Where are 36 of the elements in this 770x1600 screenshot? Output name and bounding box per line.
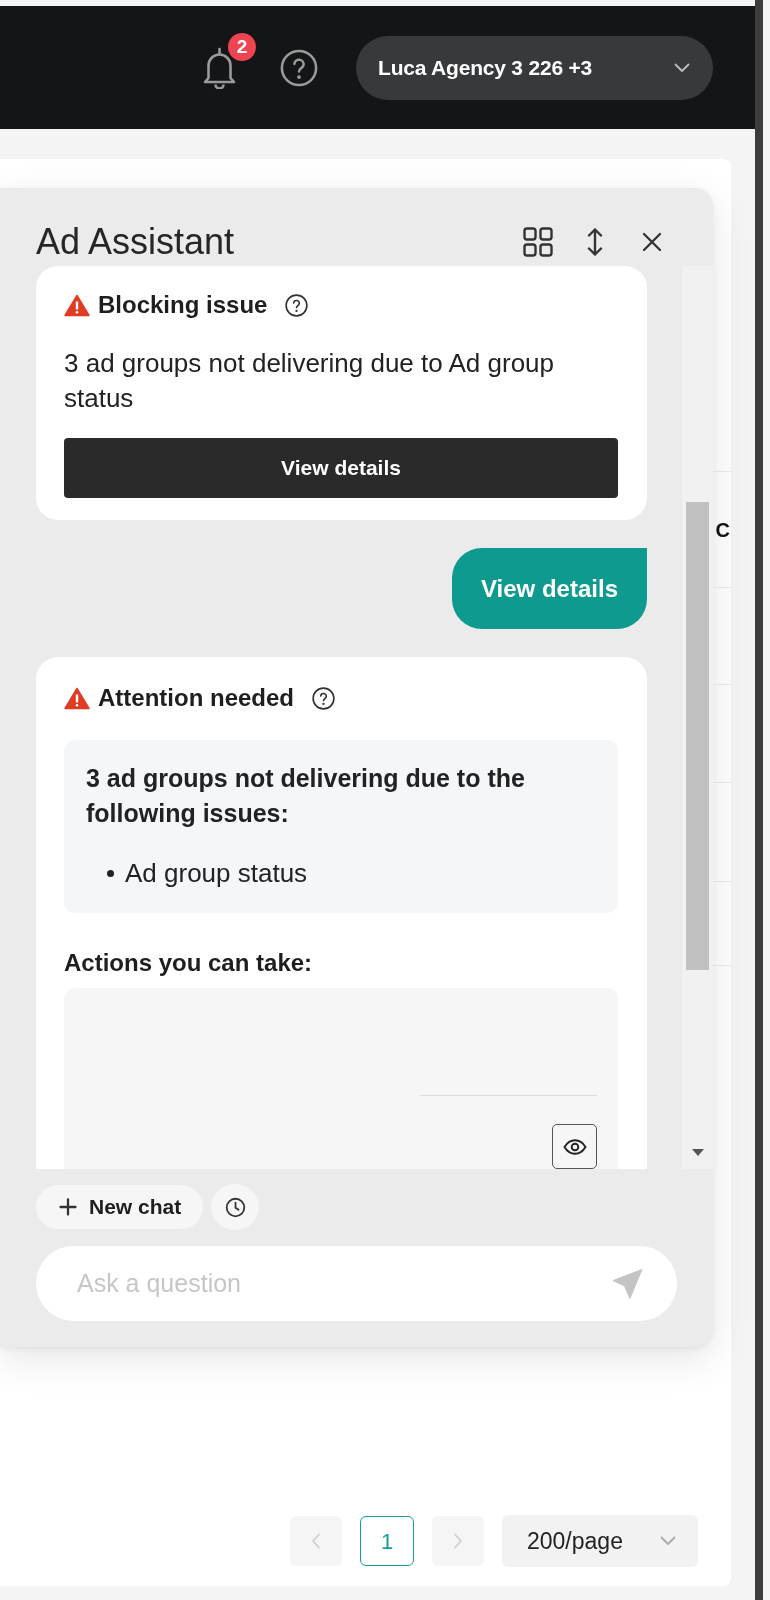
chevron-left-icon <box>311 1533 321 1549</box>
column-header: C <box>715 517 730 542</box>
issue-item: Ad group status <box>125 857 308 890</box>
notification-badge: 2 <box>228 32 256 61</box>
close-icon[interactable] <box>642 231 662 252</box>
history-button[interactable] <box>211 1184 259 1230</box>
up-down-arrow-icon[interactable] <box>587 226 603 257</box>
eye-icon <box>562 1138 587 1155</box>
new-chat-button[interactable]: New chat <box>36 1185 203 1229</box>
scroll-down-arrow-icon[interactable] <box>691 1149 704 1156</box>
page-size-select[interactable]: 200/page <box>502 1515 698 1567</box>
preview-button[interactable] <box>552 1124 597 1169</box>
view-details-button[interactable]: View details <box>64 438 618 498</box>
bullet-icon <box>107 870 114 877</box>
chevron-down-icon <box>674 62 690 73</box>
issue-description: 3 ad groups not delivering due to Ad group status <box>64 347 556 415</box>
warning-icon <box>64 293 90 317</box>
grid-icon[interactable] <box>523 226 553 257</box>
bell-icon[interactable] <box>201 46 238 89</box>
summary-text: 3 ad groups not delivering due to the following issues: <box>86 763 526 829</box>
card-title: Blocking issue <box>98 290 268 320</box>
user-message: View details <box>452 548 647 629</box>
help-icon[interactable] <box>312 686 335 710</box>
actions-heading: Actions you can take: <box>64 948 314 978</box>
question-input[interactable]: Ask a question <box>36 1246 677 1321</box>
chevron-right-icon <box>453 1533 463 1549</box>
panel-title: Ad Assistant <box>36 220 236 263</box>
scrollbar-thumb[interactable] <box>686 502 709 970</box>
card-title: Attention needed <box>98 683 294 713</box>
plus-icon <box>59 1198 77 1216</box>
help-icon[interactable] <box>280 48 318 87</box>
chevron-down-icon <box>660 1536 676 1546</box>
clock-icon <box>224 1196 246 1218</box>
help-icon[interactable] <box>285 293 309 317</box>
warning-icon <box>64 686 90 710</box>
account-selector[interactable]: Luca Agency 3 226 +3 <box>356 35 713 100</box>
